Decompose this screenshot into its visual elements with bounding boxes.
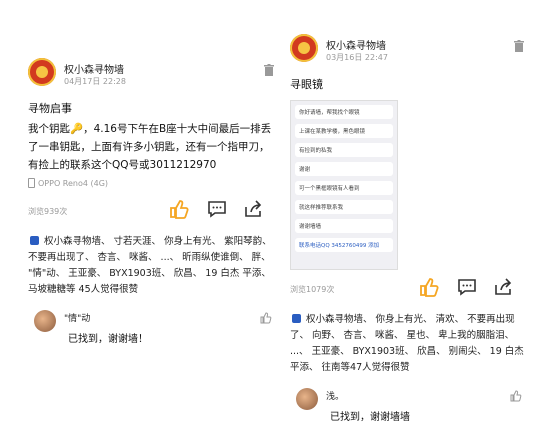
phone-icon xyxy=(28,178,35,188)
likers-text: 权小森寻物墙、 寸若天涯、 你身上有光、 紫阳琴韵、 不要再出现了、 杏言、 咪… xyxy=(28,236,272,295)
commenter-avatar[interactable] xyxy=(296,388,318,410)
like-icon[interactable] xyxy=(418,276,440,298)
chat-screenshot-image[interactable]: 你好请墙，帮我找个眼镜 上课在某教学楼，黑色眼镜 有捡到的私我 谢谢 可一个黑框… xyxy=(290,100,398,270)
chat-bubble: 谢谢 xyxy=(295,162,393,176)
post-header: 权小森寻物墙 03月16日 22:47 xyxy=(290,34,528,68)
post-time: 03月16日 22:47 xyxy=(326,53,388,62)
author-name[interactable]: 权小森寻物墙 xyxy=(64,61,124,76)
post-header: 权小森寻物墙 04月17日 22:28 xyxy=(28,58,278,92)
chat-bubble: 你好请墙，帮我找个眼镜 xyxy=(295,105,393,119)
post-time: 04月17日 22:28 xyxy=(64,77,126,86)
commenter-name[interactable]: 浅。 xyxy=(326,389,344,402)
chat-bubble: 上课在某教学楼，黑色眼镜 xyxy=(295,124,393,138)
chat-bubble: 可一个黑框眼镜有人看到 xyxy=(295,181,393,195)
action-bar: 浏览939次 xyxy=(28,198,278,224)
likers-list: 权小森寻物墙、 你身上有光、 清欢、 不要再出现了、 向野、 杏言、 咪酱、 星… xyxy=(290,312,528,376)
chat-bubble: 就这样推荐联系我 xyxy=(295,200,393,214)
right-post-card: 权小森寻物墙 03月16日 22:47 寻眼镜 你好请墙，帮我找个眼镜 上课在某… xyxy=(290,34,528,428)
thumb-icon xyxy=(292,314,301,323)
view-count: 浏览1079次 xyxy=(290,285,335,294)
comment-text: 已找到，谢谢墙！ xyxy=(68,334,148,345)
share-icon[interactable] xyxy=(492,276,514,298)
left-post-card: 权小森寻物墙 04月17日 22:28 寻物启事 我个钥匙🔑，4.16号下午在B… xyxy=(28,58,278,350)
view-count: 浏览939次 xyxy=(28,207,68,216)
comment-item: "情"动 已找到，谢谢墙！ xyxy=(28,310,278,350)
action-bar: 浏览1079次 xyxy=(290,276,528,302)
trash-icon[interactable] xyxy=(514,40,524,52)
trash-icon[interactable] xyxy=(264,64,274,76)
post-title: 寻眼镜 xyxy=(290,78,323,91)
commenter-avatar[interactable] xyxy=(34,310,56,332)
comment-item: 浅。 已找到，谢谢墙墙 xyxy=(290,388,528,428)
author-avatar[interactable] xyxy=(290,34,318,62)
device-label: OPPO Reno4 (4G) xyxy=(28,178,278,188)
thumb-icon xyxy=(30,236,39,245)
commenter-name[interactable]: "情"动 xyxy=(64,311,90,324)
comment-text: 已找到，谢谢墙墙 xyxy=(330,412,410,423)
chat-bubble: 联系电话QQ 3452760499 添加 xyxy=(295,238,393,252)
likers-list: 权小森寻物墙、 寸若天涯、 你身上有光、 紫阳琴韵、 不要再出现了、 杏言、 咪… xyxy=(28,234,278,298)
comment-icon[interactable] xyxy=(206,198,228,220)
share-icon[interactable] xyxy=(242,198,264,220)
device-name: OPPO Reno4 (4G) xyxy=(38,178,109,188)
chat-bubble: 有捡到的私我 xyxy=(295,143,393,157)
likers-text: 权小森寻物墙、 你身上有光、 清欢、 不要再出现了、 向野、 杏言、 咪酱、 星… xyxy=(290,314,524,373)
comment-icon[interactable] xyxy=(456,276,478,298)
post-title: 寻物启事 xyxy=(28,102,72,115)
author-name[interactable]: 权小森寻物墙 xyxy=(326,37,386,52)
post-body: 我个钥匙🔑，4.16号下午在B座十大中间最后一排丢了一串钥匙，上面有许多小钥匙，… xyxy=(28,123,272,171)
author-avatar[interactable] xyxy=(28,58,56,86)
comment-like-icon[interactable] xyxy=(260,312,272,324)
chat-bubble: 谢谢墙墙 xyxy=(295,219,393,233)
like-icon[interactable] xyxy=(168,198,190,220)
comment-like-icon[interactable] xyxy=(510,390,522,402)
